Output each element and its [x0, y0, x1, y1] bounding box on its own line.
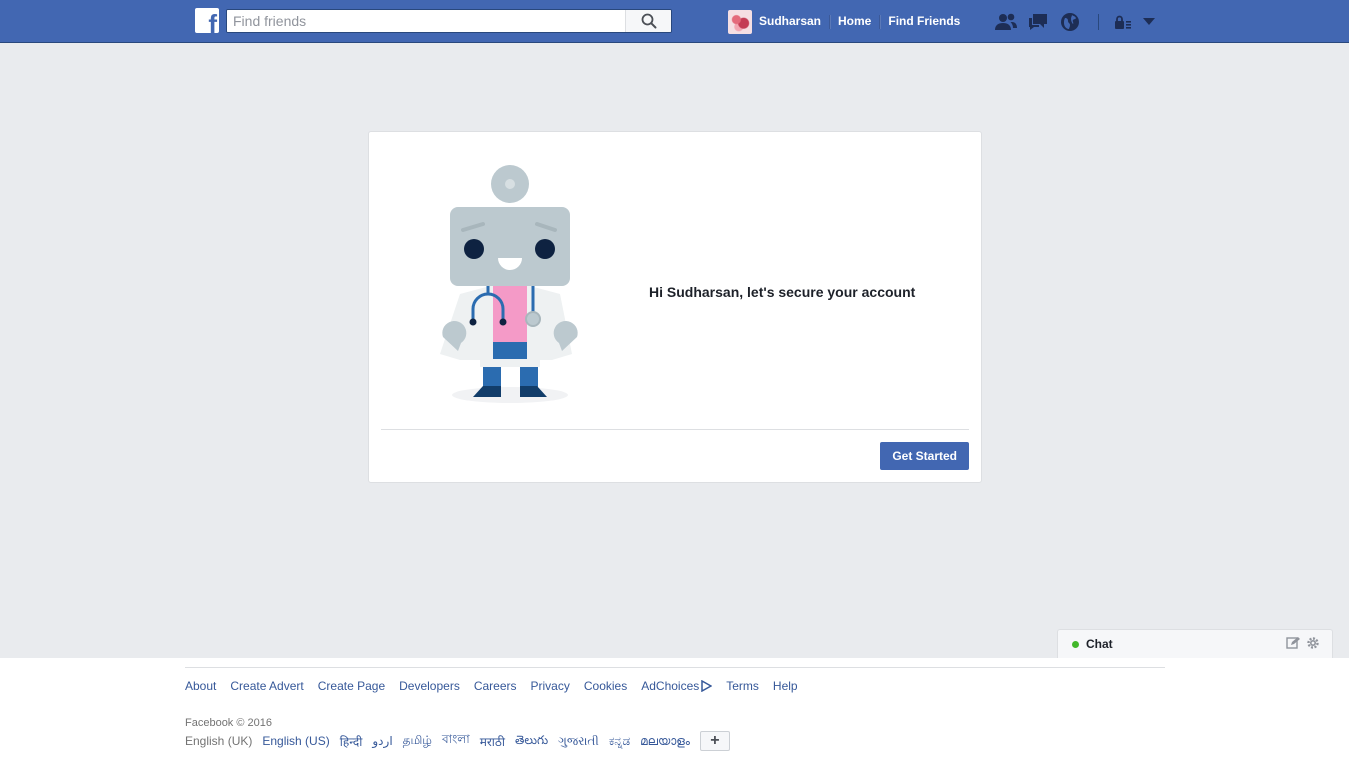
footer: About Create Advert Create Page Develope…	[0, 658, 1349, 771]
search-button[interactable]	[625, 10, 671, 32]
language-link[interactable]: English (US)	[262, 734, 329, 748]
language-link[interactable]: اردو	[372, 734, 392, 748]
chat-label: Chat	[1086, 637, 1113, 651]
language-link[interactable]: తెలుగు	[515, 733, 548, 750]
search-box	[226, 9, 672, 33]
adchoices-label: AdChoices	[641, 679, 700, 693]
adchoices-icon	[701, 680, 713, 692]
footer-link-create-page[interactable]: Create Page	[318, 679, 385, 693]
chevron-down-icon	[1143, 17, 1155, 25]
notifications-button[interactable]	[1054, 9, 1086, 34]
footer-links: About Create Advert Create Page Develope…	[185, 679, 812, 693]
language-link[interactable]: मराठी	[480, 733, 505, 750]
privacy-shortcuts-icon	[1115, 15, 1131, 29]
language-selector: English (UK) English (US) हिन्दी اردو தம…	[185, 731, 730, 751]
security-checkup-card: Hi Sudharsan, let's secure your account …	[368, 131, 982, 483]
card-divider	[381, 429, 969, 430]
footer-link-cookies[interactable]: Cookies	[584, 679, 627, 693]
chat-tab[interactable]: Chat	[1057, 629, 1333, 658]
page-title: Hi Sudharsan, let's secure your account	[649, 284, 916, 300]
chat-tools	[1286, 636, 1320, 650]
copyright: Facebook © 2016	[185, 717, 272, 729]
online-status-icon	[1072, 640, 1079, 648]
find-friends-link[interactable]: Find Friends	[880, 9, 968, 34]
language-link[interactable]: தமிழ்	[403, 733, 432, 749]
footer-link-privacy[interactable]: Privacy	[531, 679, 570, 693]
footer-link-adchoices[interactable]: AdChoices	[641, 679, 713, 693]
footer-divider	[185, 667, 1165, 668]
jewel-icons	[990, 9, 1159, 34]
language-link[interactable]: हिन्दी	[340, 733, 363, 750]
more-languages-button[interactable]: +	[699, 731, 730, 751]
facebook-logo-icon[interactable]: f	[195, 8, 219, 33]
account-menu-button[interactable]	[1139, 9, 1159, 34]
friend-requests-icon	[995, 13, 1017, 30]
footer-link-create-advert[interactable]: Create Advert	[230, 679, 303, 693]
compose-icon[interactable]	[1286, 636, 1300, 650]
profile-link[interactable]: Sudharsan	[759, 9, 829, 34]
footer-link-careers[interactable]: Careers	[474, 679, 517, 693]
get-started-button[interactable]: Get Started	[880, 442, 969, 470]
gear-icon[interactable]	[1306, 636, 1320, 650]
search-icon	[641, 13, 656, 29]
language-link[interactable]: বাংলা	[442, 731, 470, 751]
avatar[interactable]	[728, 9, 752, 34]
notifications-icon	[1061, 12, 1079, 31]
messages-button[interactable]	[1022, 9, 1054, 34]
current-language: English (UK)	[185, 734, 253, 748]
footer-link-help[interactable]: Help	[773, 679, 798, 693]
language-link[interactable]: മലയാളം	[640, 734, 690, 749]
language-link[interactable]: ಕನ್ನಡ	[609, 734, 630, 749]
language-link[interactable]: ગુજરાતી	[558, 734, 599, 749]
messages-icon	[1029, 13, 1047, 30]
nav-divider	[1098, 13, 1099, 30]
search-input[interactable]	[227, 10, 625, 32]
friend-requests-button[interactable]	[990, 9, 1022, 34]
footer-link-about[interactable]: About	[185, 679, 216, 693]
top-navigation-bar: f Sudharsan Home Find Friends	[0, 0, 1349, 43]
footer-link-terms[interactable]: Terms	[726, 679, 759, 693]
footer-link-developers[interactable]: Developers	[399, 679, 460, 693]
home-link[interactable]: Home	[830, 9, 879, 34]
doctor-robot-illustration	[440, 165, 578, 403]
privacy-shortcuts-button[interactable]	[1107, 9, 1139, 34]
profile-nav: Sudharsan Home Find Friends	[728, 9, 968, 34]
